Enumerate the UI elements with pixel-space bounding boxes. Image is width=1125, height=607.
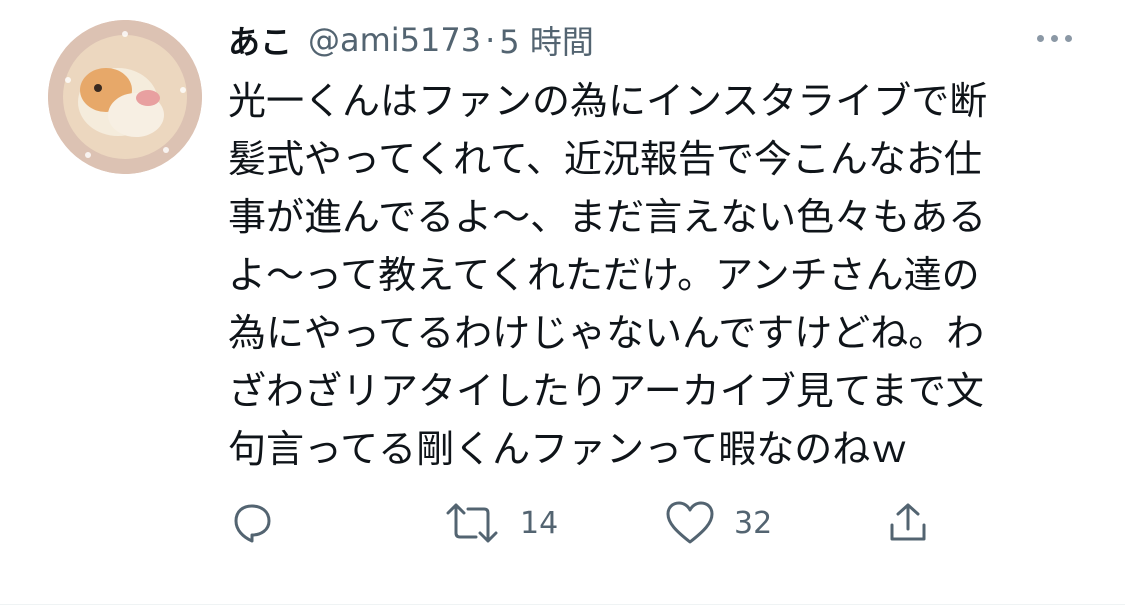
user-handle[interactable]: @ami5173	[308, 21, 481, 59]
share-button[interactable]	[884, 495, 932, 551]
like-button[interactable]: 32	[664, 495, 772, 551]
display-name[interactable]: あこ	[228, 17, 292, 63]
retweet-icon	[446, 503, 498, 543]
tweet-text: 光一くんはファンの為にインスタライブで断 髪式やってくれて、近況報告で今こんなお…	[228, 72, 1078, 478]
divider	[0, 604, 1125, 605]
tweet-text-line: 為にやってるわけじゃないんですけどね。わ	[228, 311, 985, 355]
tweet-text-line: 光一くんはファンの為にインスタライブで断	[228, 79, 988, 123]
reply-bubble-icon	[234, 504, 271, 543]
separator-dot: ·	[485, 21, 496, 59]
reply-button[interactable]	[228, 495, 276, 551]
tweet-text-line: ざわざリアタイしたりアーカイブ見てまで文	[228, 369, 984, 413]
tweet-actions: 14 32	[228, 495, 1048, 551]
share-icon	[890, 503, 926, 541]
more-dot	[1036, 34, 1044, 42]
timestamp[interactable]: 5 時間	[499, 17, 594, 63]
avatar[interactable]	[48, 20, 202, 174]
more-dot	[1064, 34, 1072, 42]
tweet-header: あこ @ami5173 · 5 時間	[228, 14, 594, 66]
like-count: 32	[734, 505, 773, 541]
more-dots-icon[interactable]	[1024, 26, 1084, 50]
tweet-text-line: 句言ってる剛くんファンって暇なのねｗ	[228, 427, 909, 471]
tweet-text-line: 事が進んでるよ〜、まだ言えない色々もある	[228, 195, 987, 239]
more-dot	[1050, 34, 1058, 42]
retweet-button[interactable]: 14	[442, 495, 558, 551]
tweet-card[interactable]: あこ @ami5173 · 5 時間 光一くんはファンの為にインスタライブで断 …	[0, 0, 1125, 607]
tweet-text-line: 髪式やってくれて、近況報告で今こんなお仕	[228, 137, 982, 181]
tweet-text-line: よ〜って教えてくれただけ。アンチさん達の	[228, 253, 980, 297]
retweet-count: 14	[520, 505, 559, 541]
heart-icon	[666, 501, 714, 544]
